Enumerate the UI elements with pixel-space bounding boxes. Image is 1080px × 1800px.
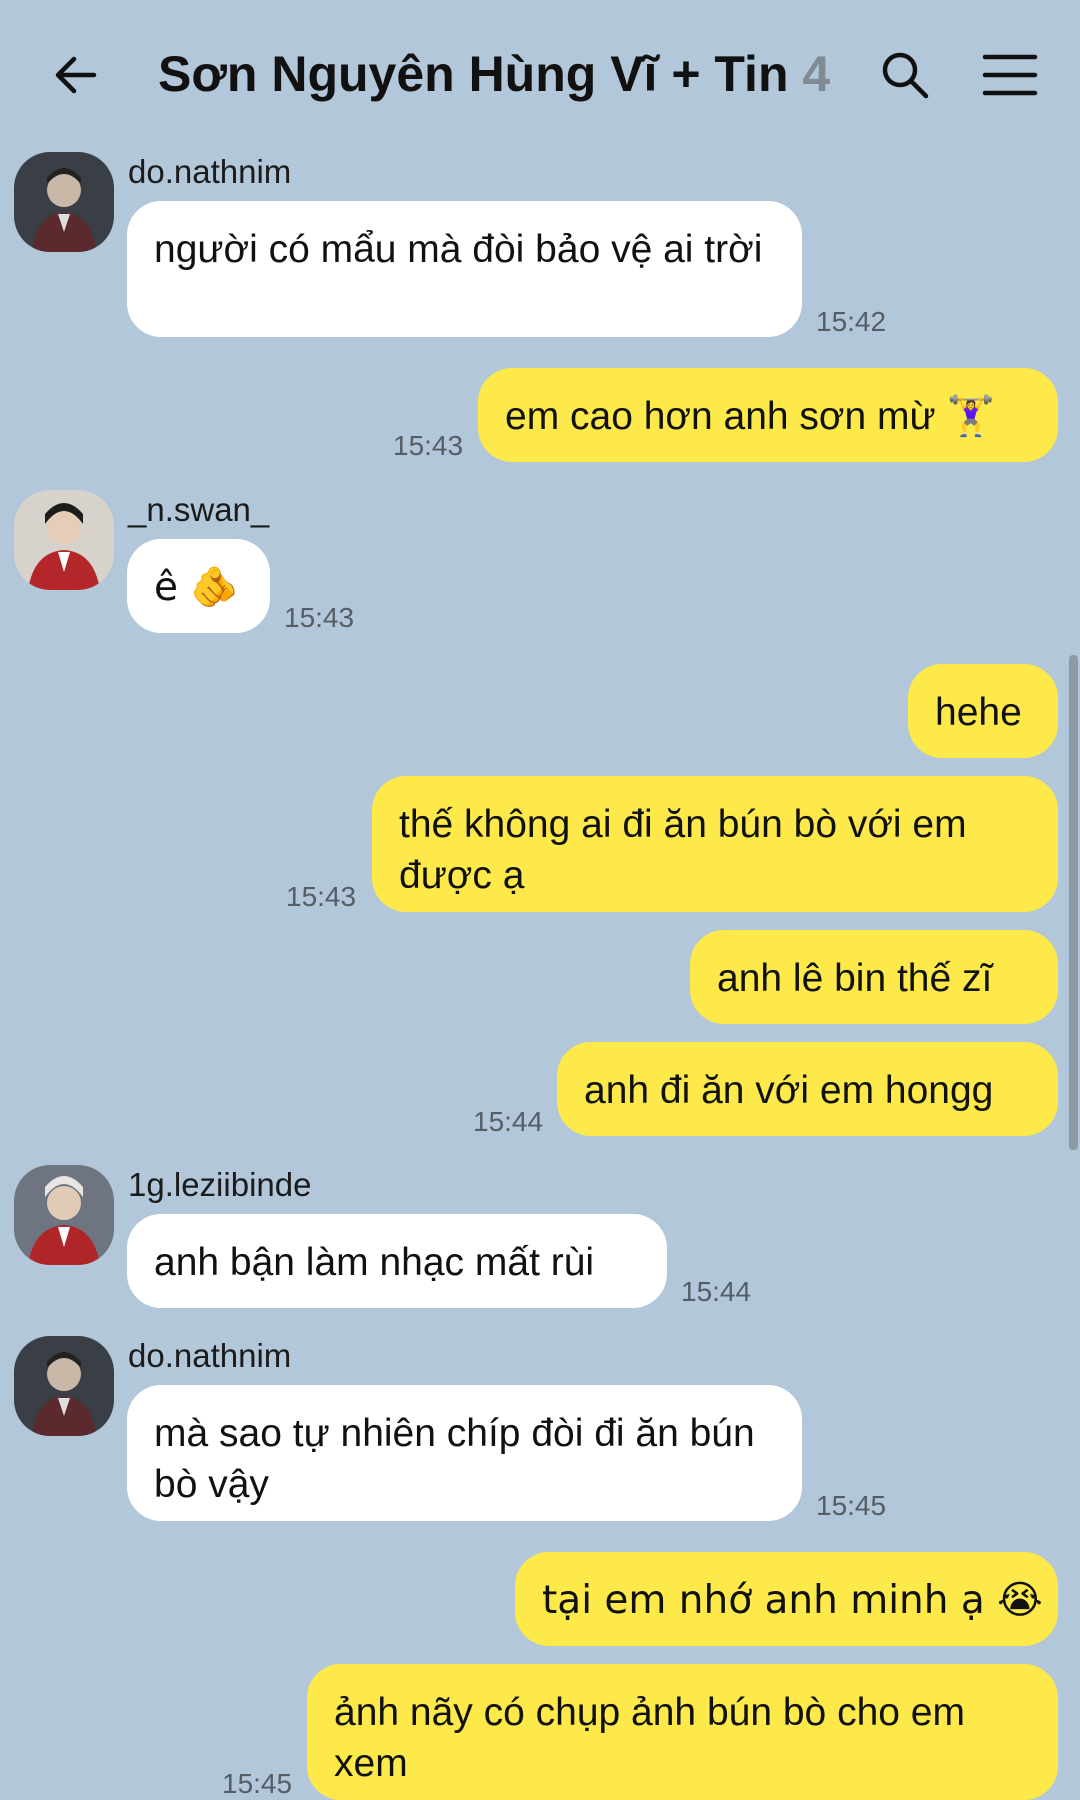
message-bubble[interactable]: hehe xyxy=(908,664,1058,758)
message-time: 15:44 xyxy=(681,1276,752,1307)
message-bubble[interactable]: ê 🫵 xyxy=(127,539,270,633)
message-bubble[interactable]: người có mẩu mà đòi bảo vệ ai trời xyxy=(127,201,802,337)
arrow-left-icon xyxy=(55,56,97,94)
message-text: tại em nhớ anh minh ạ 😭 xyxy=(542,1578,1043,1623)
message-text: hehe xyxy=(935,691,1022,734)
message-bubble[interactable]: mà sao tự nhiên chíp đòi đi ăn bún bò vậ… xyxy=(127,1385,802,1521)
message-bubble[interactable]: thế không ai đi ăn bún bò với em được ạ xyxy=(372,776,1058,912)
message-text: người có mẩu mà đòi bảo vệ ai trời xyxy=(154,228,763,271)
message-bubble[interactable]: em cao hơn anh sơn mừ 🏋‍♀ xyxy=(478,368,1058,462)
message-text: ê 🫵 xyxy=(154,565,239,610)
avatar-image xyxy=(14,1165,114,1265)
search-button[interactable] xyxy=(870,40,940,110)
message-time: 15:44 xyxy=(473,1106,544,1137)
message-bubble[interactable]: anh bận làm nhạc mất rùi xyxy=(127,1214,667,1308)
avatar-image xyxy=(14,490,114,590)
message-time: 15:45 xyxy=(222,1768,293,1799)
sender-name: do.nathnim xyxy=(128,1337,292,1374)
member-count: 4 xyxy=(802,46,831,102)
back-button[interactable] xyxy=(40,40,110,110)
message-bubble[interactable]: anh đi ăn với em hongg xyxy=(557,1042,1058,1136)
message-time: 15:43 xyxy=(393,430,464,461)
search-icon xyxy=(882,52,929,99)
message-time: 15:43 xyxy=(284,602,355,633)
sender-name: _n.swan_ xyxy=(128,491,270,528)
message-text: ảnh nãy có chụp ảnh bún bò cho em xem xyxy=(334,1691,965,1785)
chat-title-text: Sơn Nguyên Hùng Vĩ + Tin xyxy=(158,46,789,102)
avatar[interactable] xyxy=(14,490,114,590)
avatar[interactable] xyxy=(14,152,114,252)
message-text: em cao hơn anh sơn mừ 🏋‍♀ xyxy=(505,395,996,438)
message-text: anh bận làm nhạc mất rùi xyxy=(154,1241,595,1284)
scrollbar[interactable] xyxy=(1069,655,1078,1150)
avatar-image xyxy=(14,1336,114,1436)
message-text: thế không ai đi ăn bún bò với em được ạ xyxy=(399,803,967,897)
sender-name: 1g.leziibinde xyxy=(128,1166,312,1203)
avatar[interactable] xyxy=(14,1165,114,1265)
chat-header: Sơn Nguyên Hùng Vĩ + Tin 4 xyxy=(0,0,1080,150)
message-time: 15:43 xyxy=(286,881,357,912)
message-bubble[interactable]: anh lê bin thế zĩ xyxy=(690,930,1058,1024)
sender-name: do.nathnim xyxy=(128,153,292,190)
hamburger-menu-icon xyxy=(982,54,1038,96)
message-text: mà sao tự nhiên chíp đòi đi ăn bún bò vậ… xyxy=(154,1412,755,1506)
avatar[interactable] xyxy=(14,1336,114,1436)
message-text: anh lê bin thế zĩ xyxy=(717,957,993,1000)
avatar-image xyxy=(14,152,114,252)
menu-button[interactable] xyxy=(975,40,1045,110)
message-bubble[interactable]: tại em nhớ anh minh ạ 😭 xyxy=(515,1552,1058,1646)
chat-title: Sơn Nguyên Hùng Vĩ + Tin 4 xyxy=(158,44,838,104)
message-bubble[interactable]: ảnh nãy có chụp ảnh bún bò cho em xem xyxy=(307,1664,1058,1800)
message-text: anh đi ăn với em hongg xyxy=(584,1069,994,1112)
message-time: 15:45 xyxy=(816,1490,887,1521)
message-time: 15:42 xyxy=(816,306,887,337)
